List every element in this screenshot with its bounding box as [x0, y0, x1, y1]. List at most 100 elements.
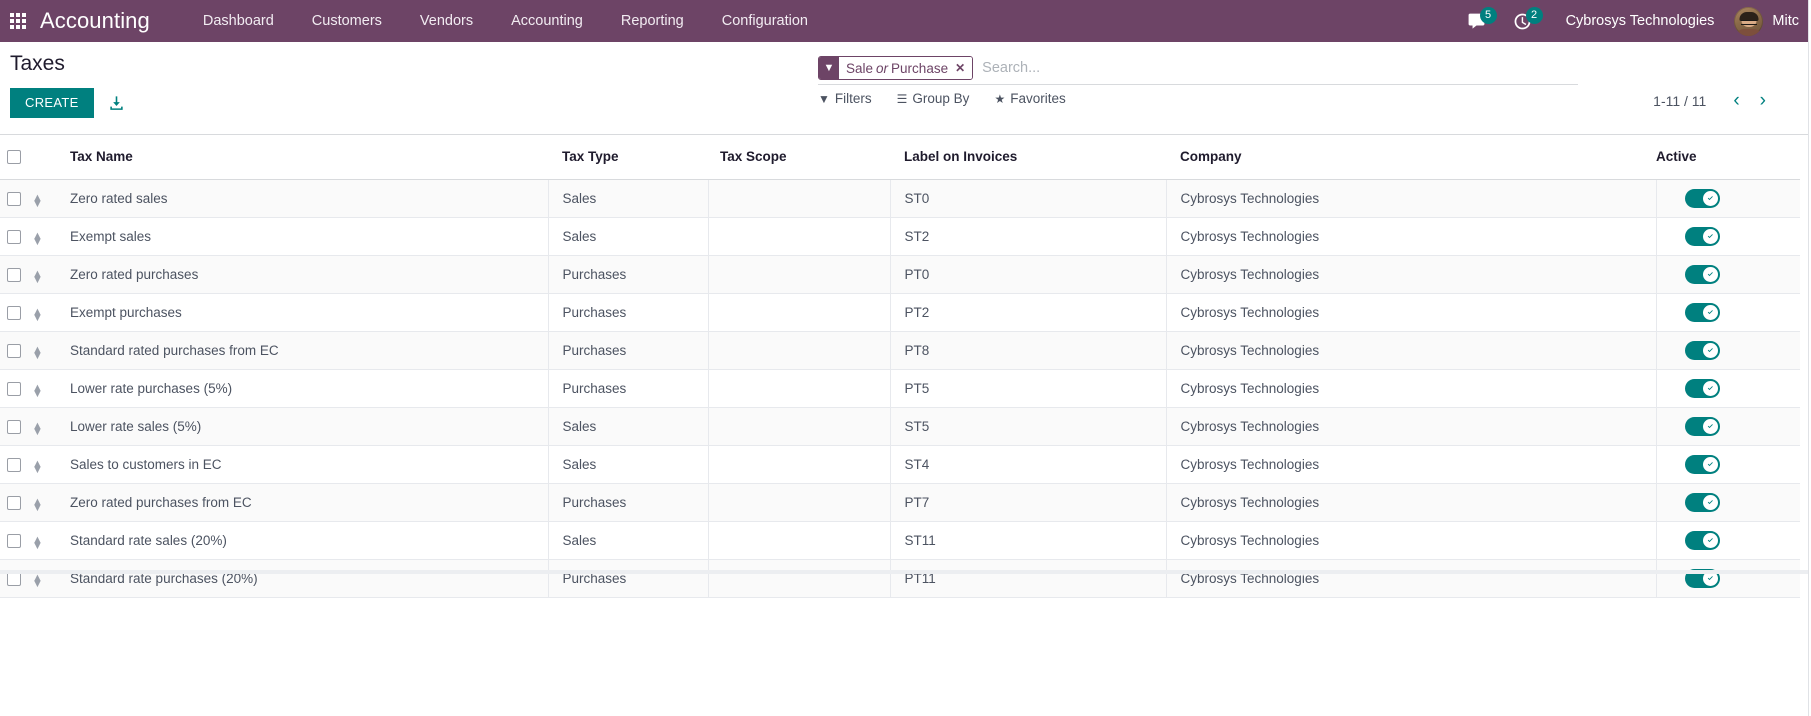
column-header-label-on-invoices[interactable]: Label on Invoices: [890, 135, 1166, 180]
column-header-company[interactable]: Company: [1166, 135, 1656, 180]
column-header-active[interactable]: Active: [1656, 135, 1800, 180]
row-checkbox[interactable]: [7, 305, 21, 320]
table-row[interactable]: ▲ ▼ Standard rated purchases from EC Purcha…: [0, 331, 1800, 370]
activity-menu-button[interactable]: 2: [1500, 0, 1546, 42]
apps-menu-button[interactable]: [0, 0, 36, 42]
cell-active: [1656, 255, 1800, 294]
active-toggle[interactable]: [1684, 492, 1720, 512]
row-checkbox[interactable]: [7, 343, 21, 358]
check-icon: [1707, 271, 1713, 276]
table-row[interactable]: ▲ ▼ Standard rate purchases (20%) Purchases…: [0, 559, 1800, 598]
active-toggle[interactable]: [1684, 530, 1720, 550]
drag-handle-icon[interactable]: ▲ ▼: [32, 307, 43, 324]
cell-label-on-invoices: ST5: [890, 407, 1167, 446]
drag-handle-icon[interactable]: ▲ ▼: [32, 269, 43, 286]
row-checkbox[interactable]: [7, 381, 21, 396]
row-checkbox[interactable]: [7, 457, 21, 472]
menu-item-dashboard[interactable]: Dashboard: [184, 0, 293, 42]
table-row[interactable]: ▲ ▼ Exempt sales Sales ST2 Cybrosys Technolog…: [0, 217, 1800, 256]
navbar-systray: 5 2 Cybrosys Technologies Mitc: [1454, 0, 1811, 42]
drag-handle-icon[interactable]: ▲ ▼: [32, 459, 43, 476]
facet-remove-button[interactable]: ✕: [953, 57, 973, 79]
cell-label-on-invoices: ST4: [890, 445, 1167, 484]
cell-tax-type: Sales: [548, 521, 709, 560]
toggle-knob: [1702, 266, 1718, 282]
cell-tax-name: Zero rated sales: [68, 179, 549, 218]
pager-counter[interactable]: 1-11 / 11: [1653, 93, 1706, 109]
list-view-container: Tax Name Tax Type Tax Scope Label on Inv…: [0, 135, 1811, 716]
menu-item-configuration[interactable]: Configuration: [703, 0, 827, 42]
table-row[interactable]: ▲ ▼ Zero rated purchases Purchases PT0 Cybros…: [0, 255, 1800, 294]
active-toggle[interactable]: [1684, 226, 1720, 246]
row-select-cell: [0, 331, 32, 370]
menu-item-reporting[interactable]: Reporting: [602, 0, 703, 42]
drag-handle-icon[interactable]: ▲ ▼: [32, 345, 43, 362]
table-row[interactable]: ▲ ▼ Lower rate sales (5%) Sales ST5 Cybrosys …: [0, 407, 1800, 446]
activity-badge-count: 2: [1525, 7, 1543, 24]
row-checkbox[interactable]: [7, 191, 21, 206]
drag-handle-icon[interactable]: ▲ ▼: [32, 421, 43, 438]
row-checkbox[interactable]: [7, 419, 21, 434]
active-toggle[interactable]: [1684, 454, 1720, 474]
column-header-tax-type[interactable]: Tax Type: [548, 135, 708, 180]
active-toggle[interactable]: [1684, 264, 1720, 284]
favorites-dropdown-toggle[interactable]: ★ Favorites: [994, 91, 1065, 106]
drag-handle-icon[interactable]: ▲ ▼: [32, 383, 43, 400]
menu-item-customers[interactable]: Customers: [293, 0, 401, 42]
cell-tax-name: Standard rate sales (20%): [68, 521, 549, 560]
row-checkbox[interactable]: [7, 495, 21, 510]
row-checkbox[interactable]: [7, 229, 21, 244]
active-toggle[interactable]: [1684, 416, 1720, 436]
active-toggle[interactable]: [1684, 302, 1720, 322]
table-row[interactable]: ▲ ▼ Lower rate purchases (5%) Purchases PT5 C…: [0, 369, 1800, 408]
filters-dropdown-toggle[interactable]: ▼ Filters: [818, 91, 872, 106]
table-row[interactable]: ▲ ▼ Standard rate sales (20%) Sales ST11 Cybr…: [0, 521, 1800, 560]
drag-handle-icon[interactable]: ▲ ▼: [32, 231, 43, 248]
cell-tax-scope: [708, 559, 891, 598]
table-row[interactable]: ▲ ▼ Zero rated purchases from EC Purchases P…: [0, 483, 1800, 522]
cell-label-on-invoices: PT8: [890, 331, 1167, 370]
user-menu-button[interactable]: Mitc: [1734, 6, 1811, 36]
app-brand-name[interactable]: Accounting: [36, 8, 156, 34]
table-body: ▲ ▼ Zero rated sales Sales ST0 Cybrosys Techn…: [0, 179, 1800, 598]
row-handle-cell: ▲ ▼: [32, 483, 68, 522]
search-input[interactable]: [973, 56, 1578, 80]
table-row[interactable]: ▲ ▼ Zero rated sales Sales ST0 Cybrosys Techn…: [0, 179, 1800, 218]
cell-company: Cybrosys Technologies: [1166, 293, 1657, 332]
drag-handle-icon[interactable]: ▲ ▼: [32, 497, 43, 514]
create-button[interactable]: CREATE: [10, 88, 94, 118]
drag-handle-icon[interactable]: ▲ ▼: [32, 193, 43, 210]
cell-active: [1656, 521, 1800, 560]
pager-previous-button[interactable]: ‹: [1726, 90, 1746, 111]
active-toggle[interactable]: [1684, 340, 1720, 360]
pager-next-button[interactable]: ›: [1753, 90, 1773, 111]
row-handle-cell: ▲ ▼: [32, 217, 68, 256]
company-switcher[interactable]: Cybrosys Technologies: [1546, 13, 1735, 29]
row-checkbox[interactable]: [7, 267, 21, 282]
select-all-checkbox[interactable]: [7, 150, 21, 165]
menu-item-accounting[interactable]: Accounting: [492, 0, 602, 42]
search-bar[interactable]: ▼ Sale or Purchase ✕: [818, 56, 1578, 85]
column-header-tax-scope[interactable]: Tax Scope: [708, 135, 890, 180]
menu-item-vendors[interactable]: Vendors: [401, 0, 492, 42]
cell-tax-type: Sales: [548, 407, 709, 446]
active-toggle[interactable]: [1684, 378, 1720, 398]
messaging-menu-button[interactable]: 5: [1454, 0, 1500, 42]
import-records-button[interactable]: [104, 91, 129, 116]
cell-active: [1656, 179, 1800, 218]
search-facet-sale-or-purchase[interactable]: ▼ Sale or Purchase ✕: [818, 56, 974, 80]
cell-company: Cybrosys Technologies: [1166, 445, 1657, 484]
drag-handle-icon[interactable]: ▲ ▼: [32, 535, 43, 552]
column-header-tax-name[interactable]: Tax Name: [68, 135, 548, 180]
groupby-dropdown-toggle[interactable]: ☰ Group By: [897, 91, 970, 106]
cell-tax-type: Sales: [548, 179, 709, 218]
active-toggle[interactable]: [1684, 188, 1720, 208]
cell-tax-name: Lower rate purchases (5%): [68, 369, 549, 408]
drag-handle-icon[interactable]: ▲ ▼: [32, 573, 43, 590]
table-row[interactable]: ▲ ▼ Sales to customers in EC Sales ST4 Cybros…: [0, 445, 1800, 484]
cell-tax-scope: [708, 521, 891, 560]
table-row[interactable]: ▲ ▼ Exempt purchases Purchases PT2 Cybrosys T…: [0, 293, 1800, 332]
row-checkbox[interactable]: [7, 533, 21, 548]
cell-tax-type: Purchases: [548, 293, 709, 332]
handle-header: [32, 135, 68, 180]
